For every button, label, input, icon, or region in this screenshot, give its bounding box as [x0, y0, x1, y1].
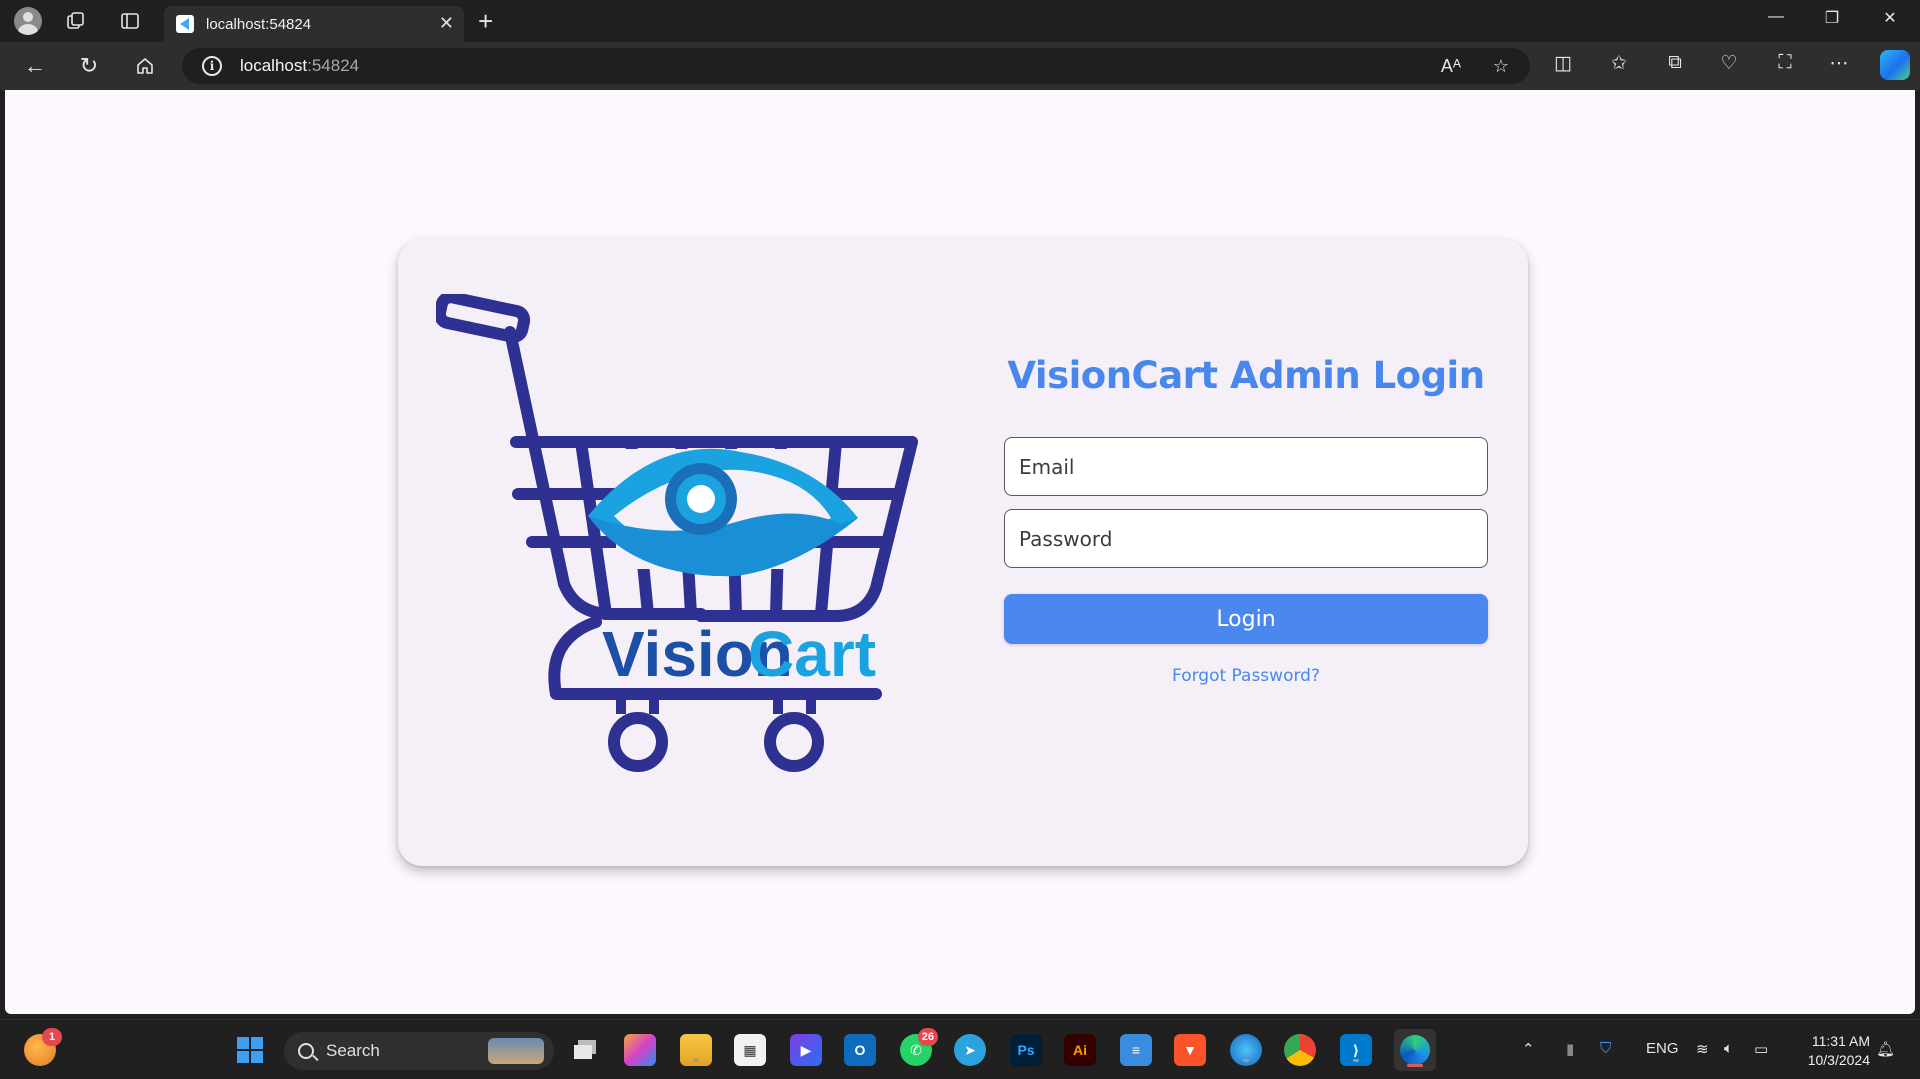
read-aloud-icon[interactable]: Aᴬ	[1437, 56, 1465, 77]
collections-icon[interactable]: ⧉	[1660, 52, 1690, 74]
clock-date: 10/3/2024	[1807, 1052, 1870, 1068]
browser-essentials-icon[interactable]: ♡	[1714, 52, 1744, 75]
tab-title: localhost:54824	[206, 15, 312, 33]
profile-avatar-icon[interactable]	[14, 7, 42, 35]
taskbar: 1 Search ▦ ▶ O ✆ 26 ➤ Ps Ai ≡ ▼ ⟩ ⌃ ▮ ⛉ E…	[0, 1019, 1920, 1079]
start-icon[interactable]	[234, 1034, 266, 1066]
browser-tab-bar: localhost:54824 ✕ + — ❐ ✕	[0, 0, 1920, 42]
more-menu-icon[interactable]: ⋯	[1824, 52, 1854, 75]
copilot-icon[interactable]	[1880, 50, 1910, 80]
file-explorer-icon[interactable]	[680, 1034, 712, 1066]
battery-icon[interactable]: ▭	[1754, 1040, 1768, 1058]
password-field[interactable]	[1004, 509, 1488, 568]
window-close-icon[interactable]: ✕	[1870, 8, 1910, 28]
url-host: localhost	[240, 56, 308, 75]
photoshop-icon[interactable]: Ps	[1010, 1034, 1042, 1066]
copilot-app-icon[interactable]	[624, 1034, 656, 1066]
login-card: Vision Cart VisionCart Admin Login Login…	[398, 239, 1528, 866]
screenshot-icon[interactable]: ⛶	[1770, 52, 1800, 74]
refresh-icon[interactable]: ↻	[74, 52, 104, 80]
new-tab-icon[interactable]: +	[478, 6, 493, 37]
browser-toolbar: ← ↻ i localhost:54824 Aᴬ ☆ ◫ ✩ ⧉ ♡ ⛶ ⋯	[0, 42, 1920, 90]
login-button[interactable]: Login	[1004, 594, 1488, 644]
email-input[interactable]	[1019, 454, 1487, 479]
search-icon	[298, 1043, 314, 1059]
clock-time: 11:31 AM	[1811, 1033, 1870, 1049]
browser-tab-active[interactable]: localhost:54824 ✕	[164, 6, 464, 42]
illustrator-icon[interactable]: Ai	[1064, 1034, 1096, 1066]
flutter-favicon-icon	[176, 15, 194, 33]
logo-text-cart: Cart	[748, 618, 876, 690]
visioncart-logo: Vision Cart	[433, 291, 936, 806]
search-highlight-image	[488, 1038, 544, 1064]
tab-close-icon[interactable]: ✕	[439, 13, 454, 34]
page-title: VisionCart Admin Login	[1007, 354, 1485, 397]
back-icon[interactable]: ←	[20, 52, 50, 80]
favorites-icon[interactable]: ✩	[1604, 52, 1634, 75]
address-bar[interactable]: i localhost:54824 Aᴬ ☆	[182, 48, 1530, 84]
widgets-badge: 1	[42, 1028, 62, 1046]
defender-icon[interactable]: ⛉	[1600, 1040, 1611, 1057]
restore-icon[interactable]: ❐	[1812, 8, 1852, 28]
store-icon[interactable]: ▦	[734, 1034, 766, 1066]
notification-bell-icon[interactable]: 🔔︎	[1876, 1040, 1895, 1058]
page-viewport: Vision Cart VisionCart Admin Login Login…	[5, 90, 1915, 1014]
notepad-icon[interactable]: ≡	[1120, 1034, 1152, 1066]
language-indicator[interactable]: ENG	[1646, 1040, 1679, 1057]
wifi-icon[interactable]: ≋	[1696, 1040, 1709, 1058]
split-screen-icon[interactable]: ◫	[1548, 52, 1578, 75]
bing-icon[interactable]: ▶	[790, 1034, 822, 1066]
search-label: Search	[326, 1041, 380, 1060]
widgets-icon[interactable]: 1	[24, 1028, 62, 1066]
chrome-icon[interactable]	[1284, 1034, 1316, 1066]
edge-icon[interactable]	[1394, 1029, 1436, 1071]
telegram-icon[interactable]: ➤	[954, 1034, 986, 1066]
usb-device-icon[interactable]: ▮	[1566, 1040, 1574, 1058]
show-hidden-icons[interactable]: ⌃	[1522, 1040, 1535, 1058]
task-view-icon[interactable]	[570, 1034, 602, 1066]
email-field[interactable]	[1004, 437, 1488, 496]
edge-dev-icon[interactable]	[1230, 1034, 1262, 1066]
url-port: :54824	[307, 56, 360, 75]
whatsapp-badge: 26	[917, 1028, 938, 1046]
forgot-password-link[interactable]: Forgot Password?	[1004, 666, 1488, 686]
vscode-icon[interactable]: ⟩	[1340, 1034, 1372, 1066]
brave-icon[interactable]: ▼	[1174, 1034, 1206, 1066]
outlook-icon[interactable]: O	[844, 1034, 876, 1066]
whatsapp-icon[interactable]: ✆ 26	[900, 1028, 938, 1066]
system-clock[interactable]: 11:31 AM 10/3/2024	[1790, 1032, 1870, 1070]
login-form: VisionCart Admin Login Login Forgot Pass…	[1004, 354, 1488, 686]
site-info-icon[interactable]: i	[202, 56, 222, 76]
vertical-tabs-icon[interactable]	[116, 8, 144, 34]
favorite-star-icon[interactable]: ☆	[1487, 56, 1515, 77]
taskbar-search-box[interactable]: Search	[284, 1032, 554, 1070]
workspaces-icon[interactable]	[62, 8, 90, 34]
home-icon[interactable]	[130, 52, 160, 80]
minimize-icon[interactable]: —	[1756, 8, 1796, 26]
password-input[interactable]	[1019, 526, 1487, 551]
volume-icon[interactable]: 🔈︎	[1724, 1040, 1733, 1057]
